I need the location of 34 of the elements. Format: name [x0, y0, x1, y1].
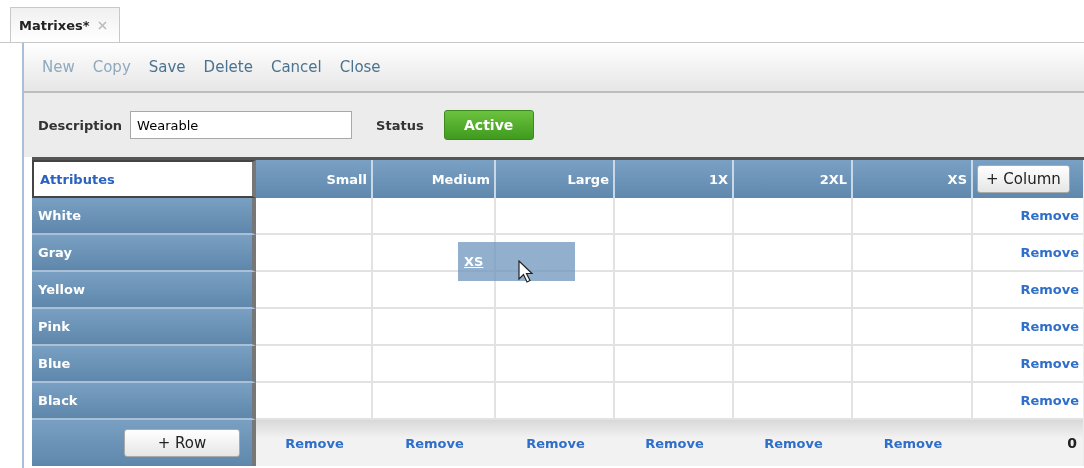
row-header[interactable]: Pink — [32, 309, 256, 346]
column-header[interactable]: Medium — [373, 160, 496, 198]
status-label: Status — [376, 117, 424, 133]
description-label: Description — [38, 117, 123, 133]
column-header[interactable]: Small — [256, 160, 373, 198]
remove-link[interactable]: Remove — [883, 435, 943, 451]
cursor-icon — [518, 260, 534, 284]
remove-link[interactable]: Remove — [645, 435, 704, 451]
row-header[interactable]: Blue — [32, 346, 256, 383]
row-header[interactable]: White — [32, 198, 256, 235]
column-header[interactable]: Large — [496, 160, 615, 198]
add-column-button[interactable]: + Column — [977, 165, 1070, 193]
toolbar-link[interactable]: Delete — [203, 58, 253, 76]
remove-link[interactable]: Remove — [285, 435, 344, 451]
toolbar-link[interactable]: Close — [339, 58, 381, 76]
column-header[interactable]: 2XL — [734, 160, 853, 198]
column-header[interactable]: XS — [853, 160, 973, 198]
remove-link[interactable]: Remove — [764, 435, 823, 451]
toolbar-link[interactable]: Cancel — [270, 58, 322, 76]
column-header[interactable]: 1X — [615, 160, 734, 198]
row-header[interactable]: Black — [32, 383, 256, 420]
status-button[interactable]: Active — [443, 110, 534, 140]
remove-link[interactable]: Remove — [526, 435, 585, 451]
document-tab[interactable]: Matrixes* — [10, 7, 120, 42]
drag-ghost: XS — [458, 242, 575, 281]
toolbar-link[interactable]: Save — [148, 58, 186, 76]
remove-link[interactable]: Remove — [405, 435, 464, 451]
description-field[interactable]: Wearable — [130, 111, 353, 139]
row-header[interactable]: Gray — [32, 235, 256, 272]
row-header[interactable]: Yellow — [32, 272, 256, 309]
add-row-button[interactable]: + Row — [124, 429, 240, 457]
count-label: 0 — [973, 420, 1083, 466]
attributes-header: Attributes — [32, 160, 256, 198]
close-icon[interactable] — [97, 20, 107, 30]
